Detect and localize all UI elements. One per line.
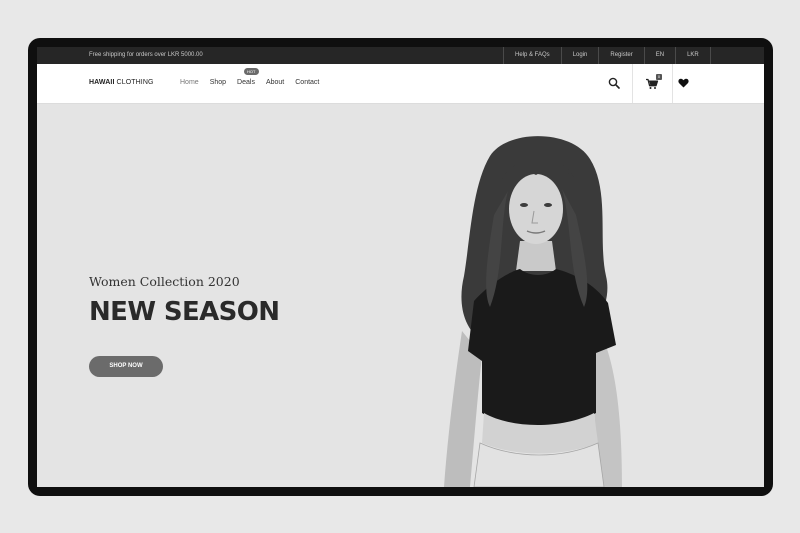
browser-screen: Free shipping for orders over LKR 5000.0… (37, 47, 764, 487)
hero-banner: Women Collection 2020 NEW SEASON SHOP NO… (37, 104, 764, 487)
help-faqs-link[interactable]: Help & FAQs (503, 47, 561, 64)
login-link[interactable]: Login (560, 47, 599, 64)
header-divider (632, 64, 633, 103)
register-link[interactable]: Register (598, 47, 643, 64)
nav-deals-label: Deals (237, 79, 255, 86)
search-icon[interactable] (608, 77, 620, 89)
language-selector[interactable]: EN (643, 47, 675, 64)
hot-badge: HOT (244, 68, 259, 75)
hero-title: NEW SEASON (89, 297, 280, 327)
model-photo (444, 136, 622, 487)
main-menu: Home Shop Deals HOT About Contact (180, 68, 330, 86)
cart-count-badge: 0 (656, 74, 662, 80)
nav-deals[interactable]: Deals HOT (237, 68, 259, 86)
shop-now-button[interactable]: SHOP NOW (89, 356, 163, 377)
main-header: HAWAII CLOTHING Home Shop Deals HOT Abou… (37, 64, 764, 104)
shipping-promo: Free shipping for orders over LKR 5000.0… (89, 52, 203, 58)
heart-icon[interactable] (678, 78, 689, 88)
nav-shop[interactable]: Shop (210, 79, 226, 86)
hero-subtitle: Women Collection 2020 (89, 274, 240, 289)
site-logo[interactable]: HAWAII CLOTHING (89, 79, 154, 86)
laptop-frame: Free shipping for orders over LKR 5000.0… (28, 38, 773, 496)
currency-selector[interactable]: LKR (675, 47, 711, 64)
nav-contact[interactable]: Contact (295, 79, 319, 86)
header-divider (672, 64, 673, 103)
top-bar: Free shipping for orders over LKR 5000.0… (37, 47, 764, 64)
top-links: Help & FAQs Login Register EN LKR (503, 47, 711, 64)
nav-about[interactable]: About (266, 79, 284, 86)
logo-bold: HAWAII (89, 79, 115, 86)
logo-light: CLOTHING (114, 79, 154, 86)
nav-home[interactable]: Home (180, 79, 199, 86)
